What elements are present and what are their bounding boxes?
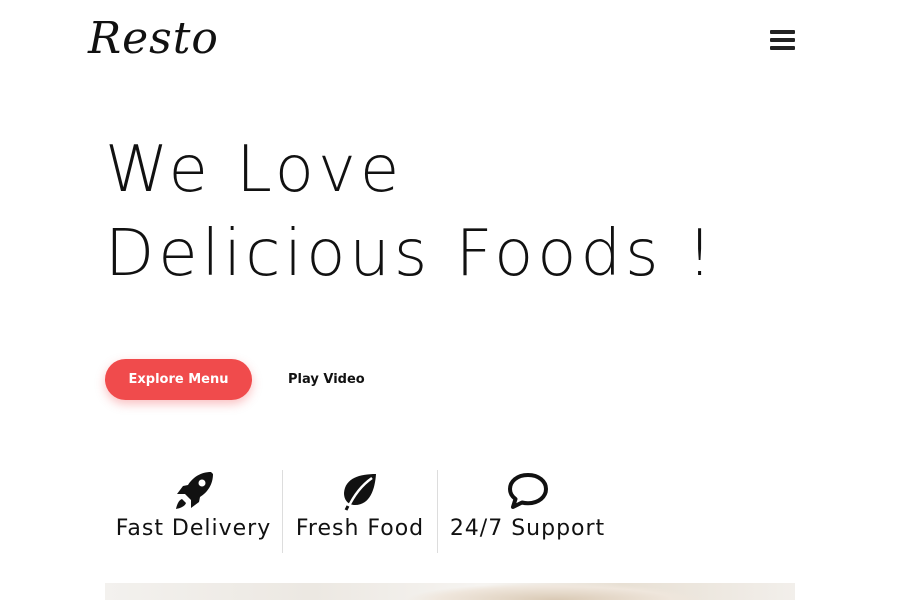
rocket-icon (173, 470, 215, 512)
feature-fresh-food: Fresh Food (282, 470, 437, 553)
feature-label: Fresh Food (295, 516, 425, 541)
menu-bar (770, 38, 795, 42)
feature-support: 24/7 Support (437, 470, 617, 553)
hero-title: We Love Delicious Foods ! (105, 128, 716, 296)
hero-title-line-1: We Love (105, 133, 404, 207)
site-logo[interactable]: Resto (88, 10, 219, 68)
feature-label: Fast Delivery (115, 516, 272, 541)
hamburger-menu-icon[interactable] (770, 28, 795, 52)
explore-menu-button[interactable]: Explore Menu (105, 359, 252, 400)
features-row: Fast Delivery Fresh Food 24/7 Support (105, 470, 617, 553)
menu-bar (770, 30, 795, 34)
hero-title-line-2: Delicious Foods ! (105, 217, 717, 291)
leaf-icon (340, 470, 380, 512)
feature-label: 24/7 Support (449, 516, 606, 541)
food-image (105, 583, 795, 600)
plate-image-detail (405, 583, 705, 600)
chat-bubble-icon (507, 470, 549, 512)
play-video-link[interactable]: Play Video (288, 368, 365, 392)
feature-fast-delivery: Fast Delivery (105, 470, 282, 553)
menu-bar (770, 46, 795, 50)
